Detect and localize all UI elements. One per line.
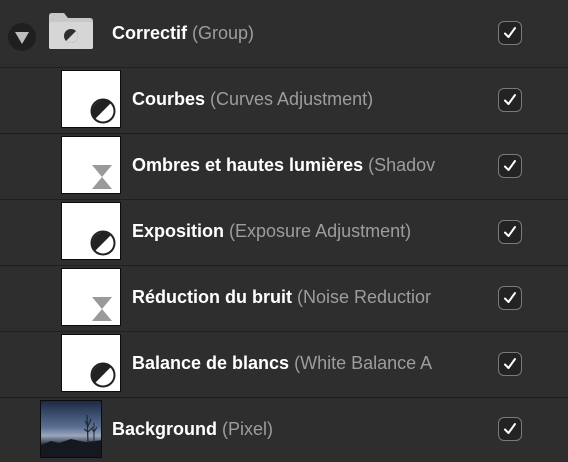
layer-row-balance[interactable]: Balance de blancs (White Balance A (0, 332, 568, 398)
layer-label: Background (Pixel) (112, 418, 492, 440)
visibility-checkbox[interactable] (498, 21, 522, 45)
layer-type: (Noise Reductior (297, 287, 432, 307)
layer-label: Courbes (Curves Adjustment) (132, 88, 487, 110)
layer-name: Background (112, 419, 218, 439)
layer-row-background[interactable]: Background (Pixel) (0, 398, 568, 462)
adjustment-icon (90, 362, 116, 388)
layer-thumbnail (61, 70, 121, 128)
layer-name: Exposition (132, 221, 225, 241)
layer-name: Courbes (132, 89, 206, 109)
layer-label: Réduction du bruit (Noise Reductior (132, 286, 487, 308)
layer-type: (White Balance A (294, 353, 433, 373)
layer-row-ombres[interactable]: Ombres et hautes lumières (Shadov (0, 134, 568, 200)
adjustment-icon (90, 230, 116, 256)
visibility-checkbox[interactable] (498, 88, 522, 112)
adjustment-icon (90, 98, 116, 124)
visibility-checkbox[interactable] (498, 286, 522, 310)
layers-panel: Correctif (Group) Courbes (Curves Adjust… (0, 0, 568, 462)
layer-name: Balance de blancs (132, 353, 290, 373)
layer-row-exposition[interactable]: Exposition (Exposure Adjustment) (0, 200, 568, 266)
layer-label: Correctif (Group) (112, 22, 492, 44)
layer-name: Ombres et hautes lumières (132, 155, 364, 175)
layer-label: Ombres et hautes lumières (Shadov (132, 154, 487, 176)
layer-thumbnail (61, 202, 121, 260)
hourglass-icon (92, 297, 112, 321)
visibility-checkbox[interactable] (498, 220, 522, 244)
layer-type: (Curves Adjustment) (210, 89, 374, 109)
disclosure-triangle-icon[interactable] (8, 23, 36, 51)
layer-thumbnail (61, 268, 121, 326)
layer-type: (Exposure Adjustment) (229, 221, 412, 241)
pixel-thumbnail (40, 400, 102, 458)
layer-row-reduction[interactable]: Réduction du bruit (Noise Reductior (0, 266, 568, 332)
layer-label: Balance de blancs (White Balance A (132, 352, 487, 374)
visibility-checkbox[interactable] (498, 417, 522, 441)
layer-type: (Shadov (368, 155, 436, 175)
layer-thumbnail (61, 334, 121, 392)
layer-label: Exposition (Exposure Adjustment) (132, 220, 487, 242)
visibility-checkbox[interactable] (498, 352, 522, 376)
layer-type: (Group) (192, 23, 255, 43)
layer-name: Réduction du bruit (132, 287, 292, 307)
layer-type: (Pixel) (222, 419, 274, 439)
folder-adjustment-icon (49, 13, 93, 49)
hourglass-icon (92, 165, 112, 189)
layer-row-courbes[interactable]: Courbes (Curves Adjustment) (0, 68, 568, 134)
layer-thumbnail (61, 136, 121, 194)
layer-name: Correctif (112, 23, 188, 43)
visibility-checkbox[interactable] (498, 154, 522, 178)
layer-row-group[interactable]: Correctif (Group) (0, 0, 568, 68)
